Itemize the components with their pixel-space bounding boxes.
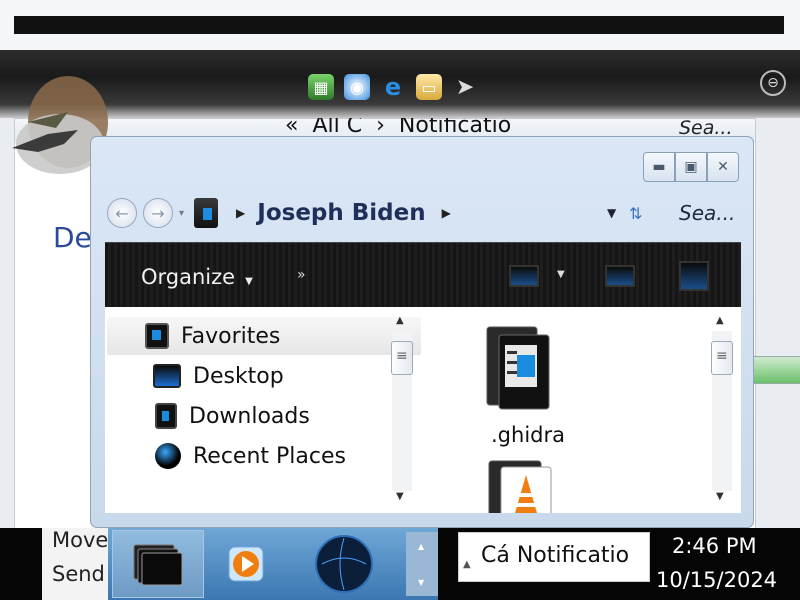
nav-item-desktop[interactable]: Desktop xyxy=(153,357,284,395)
scroll-up-icon[interactable]: ▲ xyxy=(418,542,424,551)
media-player-icon xyxy=(228,546,264,582)
file-label[interactable]: .ghidra xyxy=(491,423,565,447)
content-area: Favorites Desktop Downloads Recent Place… xyxy=(105,307,741,513)
organize-button[interactable]: Organize ▼ xyxy=(141,265,253,289)
folder-stack-icon xyxy=(133,544,183,586)
chevron-right-icon[interactable]: ▶ xyxy=(442,206,451,220)
downloads-icon xyxy=(155,403,177,429)
desktop-icon xyxy=(153,364,181,388)
views-dropdown[interactable]: ▼ xyxy=(557,269,565,280)
taskbar-media-player-button[interactable] xyxy=(200,530,292,598)
chevron-right-icon[interactable]: ▶ xyxy=(236,206,245,220)
back-button[interactable]: ← xyxy=(107,198,137,228)
views-icon[interactable] xyxy=(509,265,539,287)
navigation-pane: Favorites Desktop Downloads Recent Place… xyxy=(105,307,421,513)
favorites-icon xyxy=(145,323,169,349)
scrollbar-thumb[interactable] xyxy=(391,341,413,375)
background-heading: De xyxy=(53,221,92,254)
menu-item-send[interactable]: Send xyxy=(52,562,105,586)
user-folder-icon xyxy=(194,198,219,228)
nav-item-recent-places[interactable]: Recent Places xyxy=(155,437,346,475)
command-bar: Organize ▼ » ▼ xyxy=(105,242,741,307)
maximize-button[interactable]: ▣ xyxy=(675,152,707,182)
forward-button[interactable]: → xyxy=(143,198,173,228)
notification-text: Cá Notificatio xyxy=(481,543,630,568)
top-title-bar xyxy=(14,16,784,34)
organize-label: Organize xyxy=(141,265,236,289)
folder-icon[interactable] xyxy=(483,321,553,413)
nav-item-favorites[interactable]: Favorites xyxy=(107,317,421,355)
close-button[interactable]: ✕ xyxy=(707,152,739,182)
taskbar-explorer-button[interactable] xyxy=(112,530,204,598)
scroll-up-icon[interactable]: ▲ xyxy=(716,315,724,326)
taskbar-scroll-buttons[interactable]: ▲ ▼ xyxy=(406,532,438,596)
clock-time[interactable]: 2:46 PM xyxy=(672,534,757,558)
scroll-down-icon[interactable]: ▼ xyxy=(396,491,404,502)
recent-pages-dropdown[interactable]: ▾ xyxy=(179,208,184,219)
maximize-icon: ▣ xyxy=(684,159,698,175)
scrollbar-thumb[interactable] xyxy=(711,341,733,375)
address-bar: ← → ▾ ▶ Joseph Biden ▶ ▼ ⇅ Sea... xyxy=(107,195,737,231)
nav-item-downloads[interactable]: Downloads xyxy=(155,397,310,435)
taskbar: Move Send ▲ ▼ ▲ Cá Notificatio 2:46 PM 1… xyxy=(0,528,800,600)
address-dropdown[interactable]: ▼ xyxy=(607,206,616,220)
search-input[interactable]: Sea... xyxy=(679,201,735,225)
more-commands-button[interactable]: » xyxy=(297,267,306,283)
arrow-left-icon: ← xyxy=(115,203,129,223)
breadcrumb-user[interactable]: Joseph Biden xyxy=(257,200,425,226)
arrow-right-icon: → xyxy=(151,203,165,223)
menu-item-move[interactable]: Move xyxy=(52,528,108,552)
minimize-button[interactable]: ▬ xyxy=(643,152,675,182)
taskbar-globe-button[interactable] xyxy=(298,530,390,598)
quick-launch-icons: ▦ ◉ e ▭ ➤ xyxy=(308,73,478,101)
vlc-folder-icon[interactable] xyxy=(485,457,555,513)
preview-pane-icon[interactable] xyxy=(605,265,635,287)
explorer-window: ▬ ▣ ✕ ← → ▾ ▶ Joseph Biden ▶ ▼ ⇅ Sea... … xyxy=(90,136,754,528)
show-hidden-icons-icon[interactable]: ▲ xyxy=(463,559,471,570)
scroll-down-icon[interactable]: ▼ xyxy=(716,491,724,502)
close-icon: ✕ xyxy=(717,159,729,175)
minimize-icon: ▬ xyxy=(652,159,666,175)
file-list-scrollbar[interactable]: ▲ ▼ xyxy=(709,307,735,513)
globe-icon xyxy=(315,535,373,593)
scroll-up-icon[interactable]: ▲ xyxy=(396,315,404,326)
bird-cursor-icon[interactable]: ➤ xyxy=(452,74,478,100)
nav-item-label: Desktop xyxy=(193,363,284,389)
notification-popup[interactable]: ▲ Cá Notificatio xyxy=(458,532,650,582)
nav-item-label: Favorites xyxy=(181,323,281,349)
progress-bar-peek xyxy=(752,356,800,384)
green-app-icon[interactable]: ▦ xyxy=(308,74,334,100)
clock-date[interactable]: 10/15/2024 xyxy=(656,568,777,592)
nav-pane-scrollbar[interactable]: ▲ ▼ xyxy=(389,307,415,513)
help-icon[interactable] xyxy=(679,261,709,291)
nav-item-label: Downloads xyxy=(189,403,310,429)
chevron-down-icon: ▼ xyxy=(245,276,253,287)
window-controls: ▬ ▣ ✕ xyxy=(643,152,739,182)
file-list: .ghidra xyxy=(445,307,695,513)
folder-icon[interactable]: ▭ xyxy=(416,74,442,100)
circle-close-icon[interactable]: ⊖ xyxy=(760,70,786,96)
globe-icon[interactable]: ◉ xyxy=(344,74,370,100)
scroll-down-icon[interactable]: ▼ xyxy=(418,578,424,587)
recent-places-icon xyxy=(155,443,181,469)
nav-item-label: Recent Places xyxy=(193,443,346,469)
refresh-icon[interactable]: ⇅ xyxy=(629,204,642,223)
internet-explorer-icon[interactable]: e xyxy=(380,73,406,101)
